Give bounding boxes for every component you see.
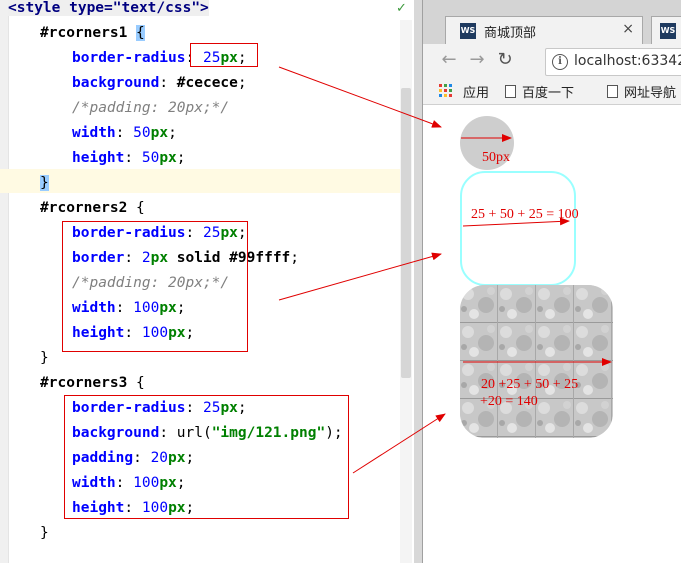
- bookmark-nav[interactable]: 网址导航: [607, 82, 676, 101]
- forward-arrow-icon[interactable]: →: [467, 50, 487, 70]
- annotation-50px: 50px: [482, 150, 510, 165]
- editor-gutter: [0, 0, 9, 563]
- bookmarks-bar: 应用 百度一下 网址导航: [423, 78, 681, 105]
- rc2-close-brace: }: [40, 350, 49, 366]
- selector-rcorners2: #rcorners2 {: [40, 200, 145, 216]
- address-bar[interactable]: i localhost:63342/: [545, 48, 681, 76]
- rc1-padding-comment: /*padding: 20px;*/: [72, 100, 230, 116]
- annotation-box-radius: [190, 43, 258, 67]
- page-icon: [607, 85, 618, 98]
- annotation-box3-line1: 20 +25 + 50 + 25: [481, 377, 579, 392]
- editor-scrollbar-thumb[interactable]: [401, 88, 411, 378]
- url-text[interactable]: localhost:63342/: [574, 53, 681, 69]
- reload-icon[interactable]: ↻: [495, 50, 515, 70]
- back-arrow-icon[interactable]: ←: [439, 50, 459, 70]
- page-icon: [505, 85, 516, 98]
- code-editor[interactable]: ✓ <style type="text/css"> #rcorners1 { b…: [0, 0, 414, 563]
- annotation-box-rc2: [62, 221, 248, 352]
- tab-second[interactable]: WS: [651, 16, 681, 45]
- selector-rcorners1: #rcorners1 {: [40, 25, 145, 41]
- tab-active[interactable]: WS 商城顶部 ×: [445, 16, 643, 45]
- rc1-width: width: 50px;: [72, 125, 177, 141]
- browser-toolbar: ← → ↻ i localhost:63342/: [423, 44, 681, 78]
- check-icon: ✓: [396, 1, 407, 16]
- rc3-close-brace: }: [40, 525, 49, 541]
- rc1-close-brace: }: [40, 175, 49, 191]
- annotation-box3-line2: +20 = 140: [480, 394, 538, 409]
- bookmark-apps[interactable]: 应用: [463, 82, 489, 101]
- selector-rcorners3: #rcorners3 {: [40, 375, 145, 391]
- style-open-tag: <style type="text/css">: [8, 0, 209, 16]
- webstorm-icon: WS: [660, 23, 676, 39]
- bookmark-baidu[interactable]: 百度一下: [505, 82, 574, 101]
- tab-strip: WS 商城顶部 × WS: [423, 0, 681, 45]
- close-icon[interactable]: ×: [622, 21, 634, 37]
- rc1-height: height: 50px;: [72, 150, 186, 166]
- browser-window: WS 商城顶部 × WS ← → ↻ i localhost:63342/ 应用…: [414, 0, 681, 563]
- stone-texture: [460, 285, 613, 438]
- rcorners2-box: [460, 171, 576, 286]
- annotation-box2-sum: 25 + 50 + 25 = 100: [471, 207, 579, 222]
- apps-grid-icon[interactable]: [439, 84, 453, 98]
- webstorm-icon: WS: [460, 23, 476, 39]
- page-viewport: 50px 25 + 50 + 25 = 100 20 +25 + 50 + 25…: [423, 105, 681, 563]
- tab-title: 商城顶部: [484, 26, 537, 41]
- current-line-highlight: [0, 169, 400, 193]
- browser-frame: WS 商城顶部 × WS ← → ↻ i localhost:63342/ 应用…: [422, 0, 681, 563]
- rc1-background: background: #cecece;: [72, 75, 247, 91]
- rcorners3-box: [460, 285, 613, 438]
- info-icon[interactable]: i: [552, 54, 568, 70]
- annotation-box-rc3: [64, 395, 349, 519]
